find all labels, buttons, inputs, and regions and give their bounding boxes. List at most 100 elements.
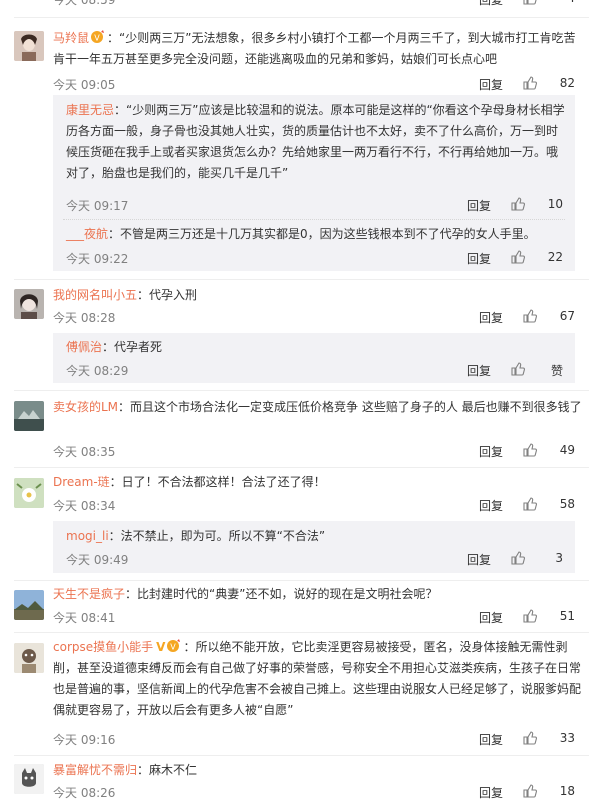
- comment-meta: 今天 09:49 回复 3: [66, 551, 563, 569]
- commenter-name[interactable]: 天生不是疯子: [53, 587, 125, 601]
- reply-button[interactable]: 回复: [479, 0, 503, 8]
- like-count: 18: [559, 784, 575, 798]
- sub-comment-box: 傅佩治：代孕者死 今天 08:29 回复 赞: [53, 333, 575, 383]
- thumb-up-icon[interactable]: [523, 309, 537, 323]
- comment-meta: 今天 09:05 回复 82: [53, 76, 575, 94]
- comment-meta: 今天 08:34 回复 58: [53, 497, 575, 515]
- thumb-up-icon[interactable]: [523, 731, 537, 745]
- sub-comment-box: 康里无忌：“少则两三万”应该是比较温和的说法。原本可能是这样的“你看这个孕母身材…: [53, 95, 575, 271]
- thumb-up-icon[interactable]: [511, 197, 525, 211]
- reply-button[interactable]: 回复: [479, 76, 503, 93]
- commenter-name[interactable]: 我的网名叫小五: [53, 288, 137, 302]
- comment-text: ：日了！不合法都这样！合法了还了得！: [109, 475, 326, 489]
- sub-comment: mogi_li：法不禁止，即为可。所以不算“不合法”: [66, 526, 565, 547]
- comment-time: 今天 09:16: [53, 733, 116, 747]
- sub-comment: ___夜航：不管是两三万还是十几万其实都是0，因为这些钱根本到不了代孕的女人手里…: [66, 224, 565, 245]
- commenter-name[interactable]: 马羚鼠: [53, 31, 89, 45]
- avatar[interactable]: [14, 289, 44, 319]
- comment-meta: 今天 08:41 回复 51: [53, 609, 575, 627]
- comment-text: ：法不禁止，即为可。所以不算“不合法”: [108, 529, 326, 543]
- comment-time: 今天 09:49: [66, 553, 129, 567]
- avatar[interactable]: [14, 401, 44, 431]
- commenter-name[interactable]: ___夜航: [66, 227, 108, 241]
- sub-comment-box: mogi_li：法不禁止，即为可。所以不算“不合法” 今天 09:49 回复 3: [53, 521, 575, 573]
- reply-button[interactable]: 回复: [467, 551, 491, 568]
- sub-comment: 傅佩治：代孕者死: [66, 337, 565, 358]
- thumb-up-icon[interactable]: [523, 443, 537, 457]
- commenter-name[interactable]: Dream-琏: [53, 475, 110, 489]
- avatar[interactable]: [14, 643, 44, 673]
- avatar[interactable]: [14, 31, 44, 61]
- comment-time: 今天 08:34: [53, 499, 116, 513]
- commenter-name[interactable]: 卖女孩的LM: [53, 400, 118, 414]
- comment-text: ：不管是两三万还是十几万其实都是0，因为这些钱根本到不了代孕的女人手里。: [108, 227, 536, 241]
- vip-badge-icon: V: [166, 639, 182, 653]
- comment-text: ：“少则两三万”应该是比较温和的说法。原本可能是这样的“你看这个孕母身材长相学历…: [66, 103, 565, 180]
- like-count: 67: [559, 309, 575, 323]
- comment-text: ：代孕者死: [102, 340, 163, 354]
- like-count: 22: [547, 250, 563, 264]
- comment-list: 今天 08:59 回复 4 马羚鼠V：“少则两三万”无法想象，很多乡村小镇打个工…: [0, 0, 603, 801]
- thumb-up-icon[interactable]: [523, 497, 537, 511]
- reply-button[interactable]: 回复: [479, 784, 503, 801]
- avatar[interactable]: [14, 764, 44, 794]
- comment-text: ：代孕入刑: [137, 288, 198, 302]
- reply-button[interactable]: 回复: [467, 197, 491, 214]
- comment-text: ：比封建时代的“典妻”还不如，说好的现在是文明社会呢？: [125, 587, 438, 601]
- like-count: 4: [567, 0, 575, 5]
- comment-meta: 今天 08:59 回复 4: [53, 0, 575, 9]
- comment-time: 今天 09:22: [66, 252, 129, 266]
- thumb-up-icon[interactable]: [511, 362, 525, 376]
- like-count: 33: [559, 731, 575, 745]
- reply-button[interactable]: 回复: [479, 309, 503, 326]
- comment-time: 今天 09:17: [66, 199, 129, 213]
- commenter-name[interactable]: 傅佩治: [66, 340, 102, 354]
- thumb-up-icon[interactable]: [523, 609, 537, 623]
- comment-meta: 今天 08:28 回复 67: [53, 309, 575, 327]
- reply-button[interactable]: 回复: [467, 362, 491, 379]
- reply-button[interactable]: 回复: [479, 609, 503, 626]
- like-count: 82: [559, 76, 575, 90]
- comment-time: 今天 08:28: [53, 311, 116, 325]
- thumb-up-icon[interactable]: [511, 551, 525, 565]
- comment-text: ：“少则两三万”无法想象，很多乡村小镇打个工都一个月两三千了，到大城市打工肯吃苦…: [53, 31, 576, 66]
- comment-time: 今天 09:05: [53, 78, 116, 92]
- commenter-name[interactable]: mogi_li: [66, 529, 109, 543]
- commenter-name[interactable]: 康里无忌: [66, 103, 114, 117]
- reply-button[interactable]: 回复: [479, 731, 503, 748]
- verified-v-icon: V: [156, 640, 166, 654]
- like-count: 赞: [550, 364, 563, 378]
- like-count: 49: [559, 443, 575, 457]
- reply-button[interactable]: 回复: [467, 250, 491, 267]
- comment-time: 今天 08:59: [53, 0, 116, 7]
- reply-button[interactable]: 回复: [479, 443, 503, 460]
- like-count: 51: [559, 609, 575, 623]
- comment-time: 今天 08:29: [66, 364, 129, 378]
- sub-comment: 康里无忌：“少则两三万”应该是比较温和的说法。原本可能是这样的“你看这个孕母身材…: [66, 100, 565, 184]
- comment-time: 今天 08:41: [53, 611, 116, 625]
- comment-meta: 今天 09:17 回复 10: [66, 197, 563, 215]
- svg-text:V: V: [94, 34, 100, 43]
- comment-time: 今天 08:35: [53, 445, 116, 459]
- thumb-up-icon[interactable]: [523, 784, 537, 798]
- comment-text: ：麻木不仁: [137, 763, 198, 777]
- like-count: 58: [559, 497, 575, 511]
- vip-badge-icon: V: [90, 30, 106, 44]
- thumb-up-icon[interactable]: [523, 76, 537, 90]
- comment-meta: 今天 08:26 回复 18: [53, 784, 575, 802]
- avatar[interactable]: [14, 478, 44, 508]
- comment-meta: 今天 09:16 回复 33: [53, 731, 575, 749]
- commenter-name[interactable]: corpse摸鱼小能手: [53, 640, 153, 654]
- reply-button[interactable]: 回复: [479, 497, 503, 514]
- svg-text:V: V: [171, 643, 177, 652]
- thumb-up-icon[interactable]: [511, 250, 525, 264]
- commenter-name[interactable]: 暴富解忧不需归: [53, 763, 137, 777]
- thumb-up-icon[interactable]: [523, 0, 537, 5]
- comment-meta: 今天 08:29 回复 赞: [66, 362, 563, 380]
- comment-text: ：而且这个市场合法化一定变成压低价格竞争 这些赔了身子的人 最后也赚不到很多钱了: [118, 400, 582, 414]
- comment-meta: 今天 09:22 回复 22: [66, 250, 563, 268]
- like-count: 10: [547, 197, 563, 211]
- comment-time: 今天 08:26: [53, 786, 116, 800]
- avatar[interactable]: [14, 590, 44, 620]
- like-count: 3: [555, 551, 563, 565]
